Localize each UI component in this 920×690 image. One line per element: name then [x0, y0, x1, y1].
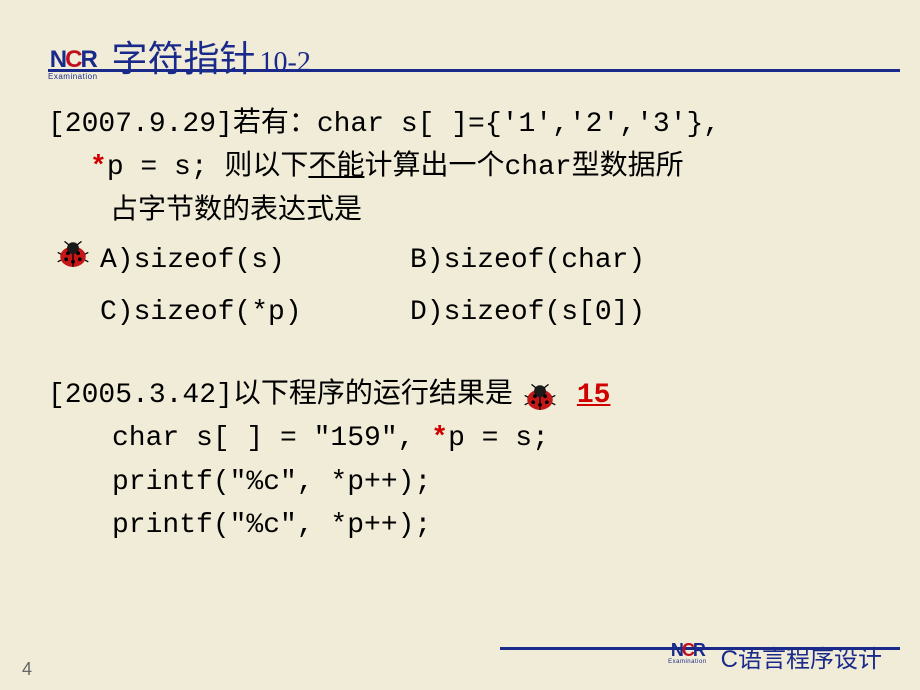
q1-line1: [2007.9.29]若有：char s[ ]={'1','2','3'},	[48, 103, 872, 146]
ladybug-icon	[523, 384, 557, 412]
q2-answer: 15	[577, 374, 611, 417]
q2-code1: char s[ ] = "159", *p = s;	[112, 417, 872, 460]
slide-title: 字符指针10-2	[112, 30, 311, 82]
q2-prefix: [2005.3.42]以下程序的运行结果是	[48, 374, 513, 417]
q1-line3: 占字节数的表达式是	[110, 190, 872, 233]
q2-code3: printf("%c", *p++);	[112, 504, 872, 547]
red-star: *	[90, 152, 107, 183]
ladybug-icon	[56, 241, 90, 269]
footer: 4 NCR Examination C语言程序设计	[0, 626, 920, 690]
header: NCR Examination 字符指针10-2	[48, 30, 872, 85]
slide: NCR Examination 字符指针10-2 [2007.9.29]若有：c…	[0, 0, 920, 690]
opt-b: B)sizeof(char)	[410, 239, 730, 282]
content-body: [2007.9.29]若有：char s[ ]={'1','2','3'}, *…	[48, 103, 872, 548]
q1-line2: *p = s; 则以下不能计算出一个char型数据所	[90, 146, 872, 189]
q2: [2005.3.42]以下程序的运行结果是 15 char s[ ] = "15…	[48, 374, 872, 548]
opt-c: C)sizeof(*p)	[100, 291, 410, 334]
ncr-logo-small: NCR Examination	[668, 641, 707, 665]
header-rule	[48, 69, 900, 72]
title-main: 字符指针	[112, 30, 256, 82]
opt-d: D)sizeof(s[0])	[410, 291, 730, 334]
course-title: C语言程序设计	[721, 639, 882, 674]
logo-sub: Examination	[48, 72, 98, 81]
opt-a: A)sizeof(s)	[100, 239, 410, 282]
ncr-logo: NCR Examination	[48, 48, 98, 81]
footer-brand: NCR Examination C语言程序设计	[668, 639, 882, 674]
q1-options: A)sizeof(s) B)sizeof(char) C)sizeof(*p) …	[100, 239, 872, 334]
q2-line1: [2005.3.42]以下程序的运行结果是 15	[48, 374, 872, 417]
title-sub: 10-2	[260, 47, 311, 79]
red-star: *	[431, 423, 448, 454]
page-number: 4	[22, 659, 32, 680]
underline-not: 不能	[308, 152, 364, 183]
q2-code2: printf("%c", *p++);	[112, 461, 872, 504]
